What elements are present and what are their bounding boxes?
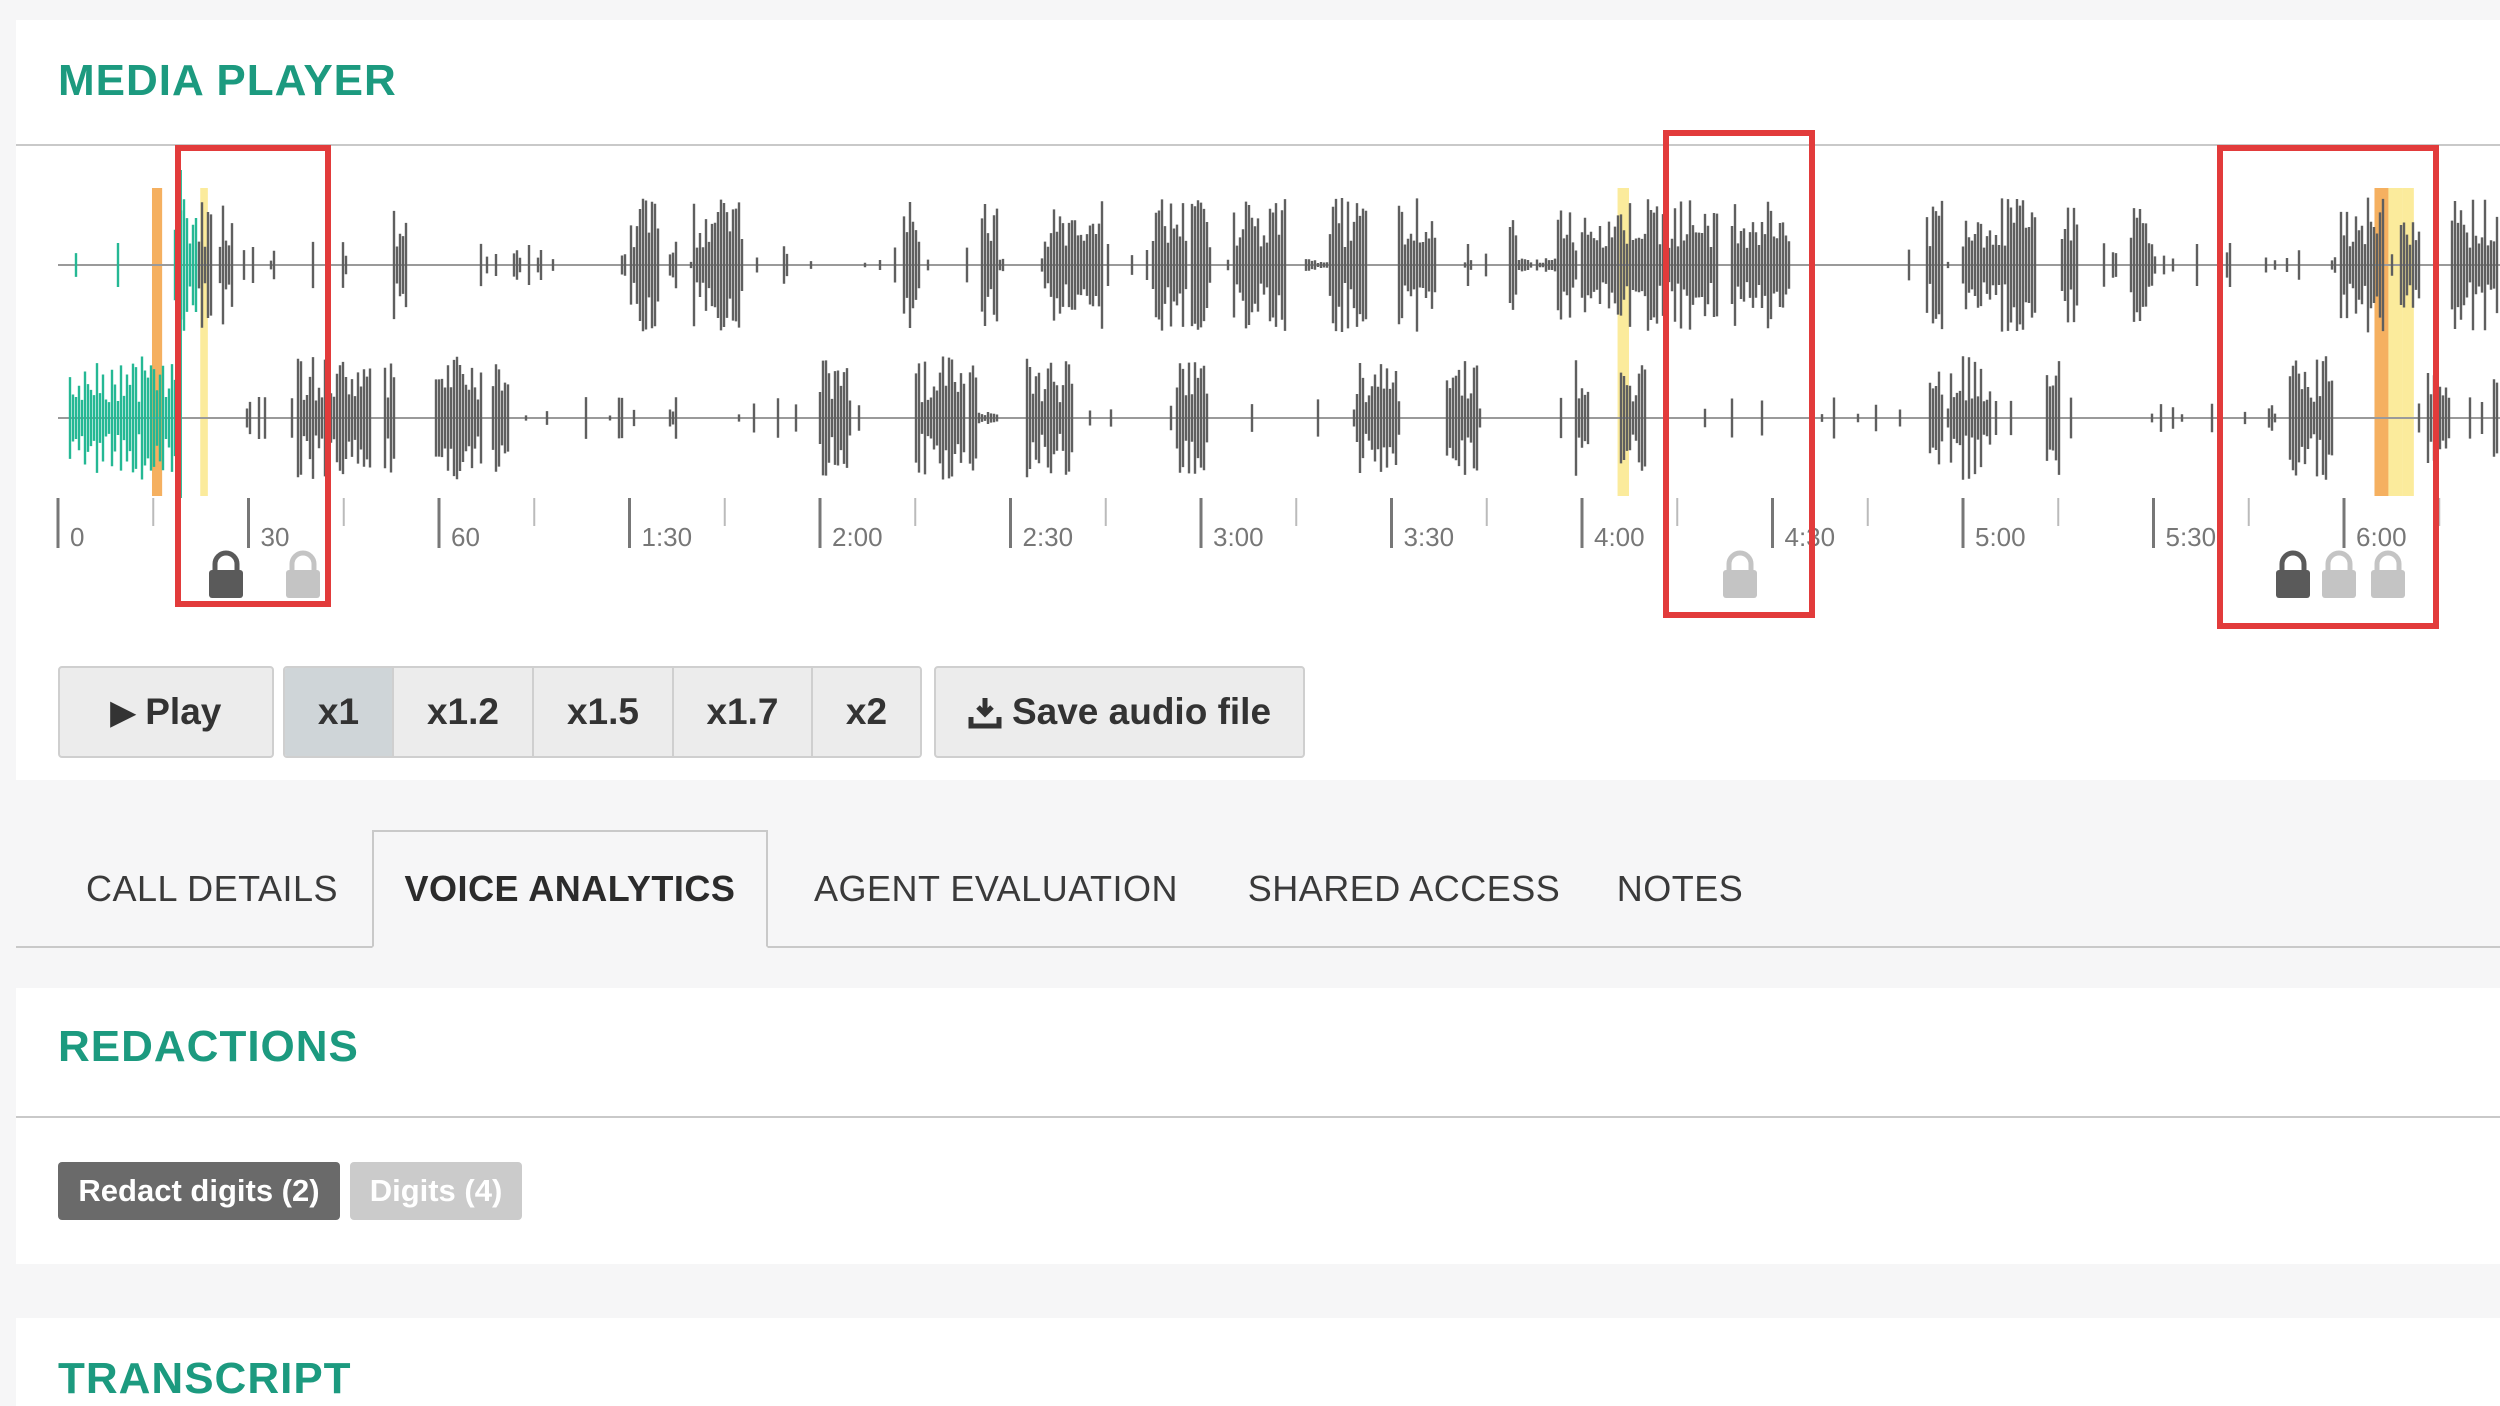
transcript-title: TRANSCRIPT: [58, 1354, 352, 1403]
tab-notes[interactable]: NOTES: [1600, 830, 1760, 948]
timeline-tick-label: 30: [261, 522, 290, 552]
lock-icon[interactable]: [1723, 550, 1757, 598]
waveform-area[interactable]: 0 30 60 1:30 2:00 2:30 3:00 3:30 4:00 4:30 5:00 5:3…: [16, 20, 2500, 660]
redact-digits-badge[interactable]: Redact digits (2): [58, 1162, 340, 1220]
lock-icon[interactable]: [2322, 550, 2356, 598]
speed-x1-5[interactable]: x1.5: [534, 668, 674, 756]
timeline-tick-label: 1:30: [642, 522, 693, 552]
timeline-tick-label: 0: [70, 522, 84, 552]
waveform-canvas[interactable]: 0 30 60 1:30 2:00 2:30 3:00 3:30 4:00 4:30 5:00 5:3…: [16, 20, 2500, 660]
tab-voice-analytics[interactable]: VOICE ANALYTICS: [372, 830, 768, 948]
divider: [16, 1116, 2500, 1118]
timeline-tick-label: 6:00: [2356, 522, 2407, 552]
timeline: 0 30 60 1:30 2:00 2:30 3:00 3:30 4:00 4:30 5:00 5:3…: [56, 498, 2441, 552]
lock-icon[interactable]: [286, 550, 320, 598]
speed-x1-2[interactable]: x1.2: [394, 668, 534, 756]
timeline-tick-label: 2:30: [1023, 522, 1074, 552]
lock-icon[interactable]: [2371, 550, 2405, 598]
lock-icon[interactable]: [2276, 550, 2310, 598]
digits-badge[interactable]: Digits (4): [350, 1162, 522, 1220]
speed-x2[interactable]: x2: [813, 668, 920, 756]
timeline-tick-label: 5:00: [1975, 522, 2026, 552]
save-audio-label: Save audio file: [1011, 691, 1272, 732]
play-button[interactable]: ▶ Play: [58, 666, 274, 758]
play-label: Play: [145, 691, 222, 732]
speed-x1-7[interactable]: x1.7: [674, 668, 813, 756]
timeline-tick-label: 5:30: [2166, 522, 2217, 552]
transcript-panel: TRANSCRIPT: [16, 1318, 2500, 1406]
timeline-tick-label: 60: [451, 522, 480, 552]
lock-icon[interactable]: [209, 550, 243, 598]
timeline-tick-label: 3:30: [1404, 522, 1455, 552]
play-icon: ▶: [110, 694, 136, 730]
waveform: [58, 170, 2500, 498]
timeline-tick-label: 4:00: [1594, 522, 1645, 552]
tab-call-details[interactable]: CALL DETAILS: [60, 830, 364, 948]
redactions-panel: REDACTIONS Redact digits (2) Digits (4): [16, 988, 2500, 1264]
annotation-boxes: [175, 130, 2439, 629]
redaction-locks: [209, 550, 2405, 598]
timeline-tick-label: 3:00: [1213, 522, 1264, 552]
speed-x1[interactable]: x1: [285, 668, 394, 756]
media-player-panel: MEDIA PLAYER 0 30 60 1:30 2:00 2:30 3:00 3:30 4:…: [16, 20, 2500, 780]
redactions-title: REDACTIONS: [58, 1022, 359, 1071]
detail-tabs: CALL DETAILS VOICE ANALYTICS AGENT EVALU…: [16, 830, 2500, 948]
save-audio-button[interactable]: Save audio file: [934, 666, 1305, 758]
playback-speed-group: x1 x1.2 x1.5 x1.7 x2: [283, 666, 922, 758]
tab-shared-access[interactable]: SHARED ACCESS: [1236, 830, 1572, 948]
tab-agent-evaluation[interactable]: AGENT EVALUATION: [796, 830, 1196, 948]
download-icon: [968, 698, 1002, 729]
timeline-tick-label: 2:00: [832, 522, 883, 552]
